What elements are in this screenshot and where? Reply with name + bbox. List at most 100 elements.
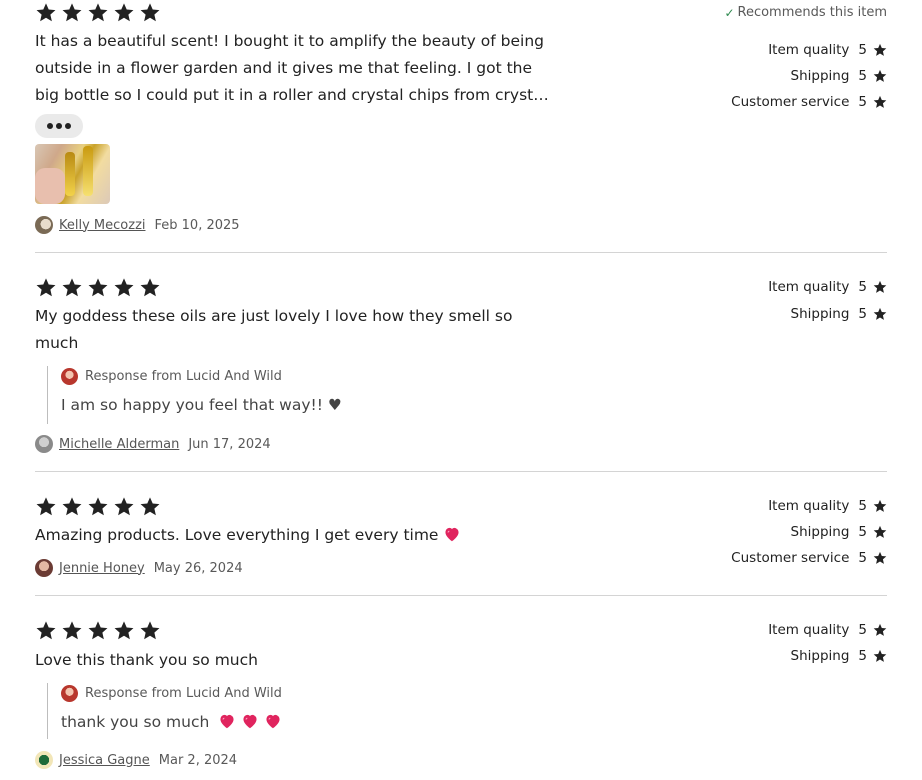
shop-avatar[interactable] (61, 684, 78, 702)
rating-label: Shipping (790, 306, 850, 322)
rating-value: 5 (858, 306, 867, 322)
star-icon (873, 95, 887, 109)
shop-avatar[interactable] (61, 367, 78, 385)
rating-value: 5 (858, 42, 867, 58)
review-date: Mar 2, 2024 (158, 752, 238, 768)
reviewer-info: Jennie Honey May 26, 2024 (35, 559, 243, 577)
avatar[interactable] (35, 435, 53, 453)
rating-label: Shipping (790, 68, 850, 84)
star-icon (113, 277, 139, 299)
photo-bottle (65, 152, 75, 196)
star-rating (35, 2, 165, 24)
rating-label: Customer service (731, 550, 850, 566)
star-icon (87, 496, 113, 518)
star-icon (873, 69, 887, 83)
sparkling-heart-icon (443, 524, 461, 551)
rating-customer-service: Customer service 5 (731, 549, 887, 567)
star-icon (873, 649, 887, 663)
rating-value: 5 (858, 68, 867, 84)
check-icon: ✓ (724, 5, 735, 20)
review-card: It has a beautiful scent! I bought it to… (35, 0, 887, 253)
avatar[interactable] (35, 751, 53, 769)
rating-value: 5 (858, 498, 867, 514)
review-text-line: much (35, 334, 79, 352)
response-label: Response from Lucid And Wild (85, 368, 282, 384)
rating-value: 5 (858, 94, 867, 110)
avatar[interactable] (35, 559, 53, 577)
star-icon (61, 277, 87, 299)
star-icon (873, 623, 887, 637)
more-dot (56, 123, 62, 129)
rating-shipping: Shipping 5 (791, 647, 888, 665)
reviewer-name-link[interactable]: Kelly Mecozzi (59, 218, 146, 233)
seller-response: Response from Lucid And Wild thank you s… (47, 683, 282, 739)
star-icon (35, 2, 61, 24)
reviewer-info: Michelle Alderman Jun 17, 2024 (35, 435, 271, 453)
star-icon (35, 277, 61, 299)
reviewer-name-link[interactable]: Michelle Alderman (59, 437, 179, 452)
rating-value: 5 (858, 550, 867, 566)
star-icon (113, 2, 139, 24)
more-dot (65, 123, 71, 129)
rating-item-quality: Item quality 5 (768, 41, 887, 59)
rating-value: 5 (858, 524, 867, 540)
rating-item-quality: Item quality 5 (768, 278, 887, 296)
star-icon (873, 525, 887, 539)
sparkling-heart-icon (264, 713, 282, 734)
reviewer-name-link[interactable]: Jessica Gagne (59, 753, 150, 768)
star-icon (873, 551, 887, 565)
review-text-line: My goddess these oils are just lovely I … (35, 307, 513, 325)
star-rating (35, 496, 165, 518)
rating-label: Shipping (790, 648, 850, 664)
rating-item-quality: Item quality 5 (768, 497, 887, 515)
avatar[interactable] (35, 216, 53, 234)
photo-bottle (83, 146, 93, 196)
star-icon (873, 499, 887, 513)
rating-shipping: Shipping 5 (791, 523, 888, 541)
review-text: Love this thank you so much (35, 647, 555, 674)
star-rating (35, 620, 165, 642)
review-text-line: big bottle so I could put it in a roller… (35, 86, 549, 104)
reviewer-info: Kelly Mecozzi Feb 10, 2025 (35, 216, 240, 234)
sparkling-heart-icon (241, 713, 259, 734)
rating-label: Item quality (768, 622, 850, 638)
review-date: Feb 10, 2025 (154, 217, 240, 233)
reviewer-info: Jessica Gagne Mar 2, 2024 (35, 751, 237, 769)
recommends-badge: ✓ Recommends this item (724, 5, 887, 20)
rating-item-quality: Item quality 5 (768, 621, 887, 639)
sparkling-heart-icon (218, 713, 236, 734)
star-icon (139, 496, 165, 518)
review-card: Love this thank you so much Response fro… (35, 596, 887, 780)
star-icon (87, 2, 113, 24)
read-more-button[interactable] (35, 114, 83, 138)
rating-shipping: Shipping 5 (791, 305, 888, 323)
star-icon (35, 620, 61, 642)
response-text: thank you so much (61, 712, 282, 734)
rating-value: 5 (858, 279, 867, 295)
reviewer-name-link[interactable]: Jennie Honey (59, 561, 145, 576)
response-text: I am so happy you feel that way!! ♥ (61, 396, 342, 414)
review-date: May 26, 2024 (153, 560, 243, 576)
rating-label: Item quality (768, 498, 850, 514)
review-text-line: Love this thank you so much (35, 651, 258, 669)
star-icon (61, 620, 87, 642)
response-label: Response from Lucid And Wild (85, 685, 282, 701)
review-text: My goddess these oils are just lovely I … (35, 303, 555, 357)
review-text: It has a beautiful scent! I bought it to… (35, 28, 555, 109)
rating-label: Shipping (790, 524, 850, 540)
rating-label: Item quality (768, 42, 850, 58)
rating-label: Item quality (768, 279, 850, 295)
review-date: Jun 17, 2024 (188, 436, 271, 452)
rating-value: 5 (858, 622, 867, 638)
response-text-content: thank you so much (61, 713, 210, 731)
star-icon (35, 496, 61, 518)
star-icon (139, 2, 165, 24)
review-photo[interactable] (35, 144, 110, 204)
star-icon (113, 496, 139, 518)
photo-hand (35, 168, 65, 204)
review-text-line: It has a beautiful scent! I bought it to… (35, 32, 544, 50)
review-text-line: Amazing products. Love everything I get … (35, 526, 439, 544)
rating-customer-service: Customer service 5 (731, 93, 887, 111)
recommends-label: Recommends this item (737, 5, 888, 20)
rating-label: Customer service (731, 94, 850, 110)
